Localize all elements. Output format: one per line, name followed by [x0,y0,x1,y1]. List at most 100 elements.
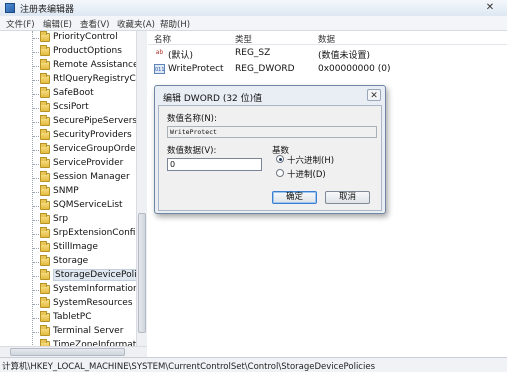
tree-item-srpextensionconfig[interactable]: SrpExtensionConfig [0,227,141,241]
folder-icon [40,115,50,126]
menu-favorites[interactable]: 收藏夹(A) [117,18,155,30]
tree-item-prioritycontrol[interactable]: PriorityControl [0,31,136,45]
value-row-writeprotect[interactable]: 011 WriteProtect REG_DWORD 0x00000000 (0… [148,62,507,76]
value-data: 0x00000000 (0) [318,64,391,74]
status-path: 计算机\HKEY_LOCAL_MACHINE\SYSTEM\CurrentCon… [2,362,375,372]
tree-item-label: StillImage [53,242,98,252]
folder-icon [40,255,50,266]
folder-icon [40,143,50,154]
tree-item-securepipeservers[interactable]: SecurePipeServers [0,115,137,129]
tree-item-label: StorageDevicePolicies [53,269,146,281]
menu-edit[interactable]: 编辑(E) [43,18,72,30]
regedit-window: 注册表编辑器 ✕ 文件(F) 编辑(E) 查看(V) 收藏夹(A) 帮助(H) … [0,0,507,372]
tree-scrollbar-thumb[interactable] [138,213,146,333]
tree-item-label: SrpExtensionConfig [53,228,142,238]
cancel-button[interactable]: 取消 [325,191,370,204]
tree-item-systeminformation[interactable]: SystemInformation [0,283,139,297]
values-list-header: 名称 类型 数据 [148,31,507,45]
folder-icon [40,171,50,182]
folder-icon [40,101,50,112]
menu-help[interactable]: 帮助(H) [160,18,190,30]
close-icon[interactable]: ✕ [477,1,503,14]
value-name: (默认) [168,51,194,61]
folder-icon [40,73,50,84]
column-header-data[interactable]: 数据 [318,33,335,45]
folder-icon [40,283,50,294]
tree-item-safeboot[interactable]: SafeBoot [0,87,136,101]
tree-item-serviceprovider[interactable]: ServiceProvider [0,157,136,171]
value-row-default[interactable]: ab (默认) REG_SZ (数值未设置) [148,46,507,61]
tree-item-label: SQMServiceList [53,200,123,210]
tree-item-label: ServiceProvider [53,158,124,168]
folder-icon [40,269,50,280]
folder-icon [40,157,50,168]
tree-item-label: SystemResources [53,298,133,308]
folder-icon [40,199,50,210]
folder-icon [40,87,50,98]
hex-radio[interactable] [276,155,284,163]
tree-item-securityproviders[interactable]: SecurityProviders [0,129,136,143]
tree-horizontal-scrollbar[interactable] [0,346,147,357]
tree-item-rtlqueryregistryconf[interactable]: RtlQueryRegistryConf [0,73,146,87]
tree-item-sqmservicelist[interactable]: SQMServiceList [0,199,136,213]
tree-item-label: Session Manager [53,172,130,182]
tree-item-label: ScsiPort [53,102,89,112]
tree-item-storage[interactable]: Storage [0,255,136,269]
tree-item-servicegrouporder[interactable]: ServiceGroupOrder [0,143,139,157]
folder-icon [40,45,50,56]
tree-item-label: SystemInformation [53,284,139,294]
value-name-field: WriteProtect [167,126,377,138]
column-header-type[interactable]: 类型 [235,33,252,45]
tree-item-label: Storage [53,256,89,266]
tree-hscroll-thumb[interactable] [10,348,125,356]
dialog-title: 编辑 DWORD (32 位)值 [163,94,263,104]
tree-item-remote-assistance[interactable]: Remote Assistance [0,59,139,73]
string-value-icon: ab [155,49,164,56]
regedit-app-icon [5,3,15,13]
tree-item-session-manager[interactable]: Session Manager [0,171,136,185]
folder-icon [40,227,50,238]
tree-item-label: SNMP [53,186,79,196]
tree-item-productoptions[interactable]: ProductOptions [0,45,136,59]
menu-view[interactable]: 查看(V) [80,18,109,30]
tree-item-label: Srp [53,214,69,224]
folder-icon [40,325,50,336]
tree-item-srp[interactable]: Srp [0,213,136,227]
tree-item-tabletpc[interactable]: TabletPC [0,311,136,325]
column-header-name[interactable]: 名称 [154,33,171,45]
tree-item-label: Remote Assistance [53,60,139,70]
tree-vertical-scrollbar[interactable] [136,31,147,357]
folder-icon [40,129,50,140]
tree-item-scsiport[interactable]: ScsiPort [0,101,136,115]
value-data: (数值未设置) [318,51,371,61]
hex-radio-label[interactable]: 十六进制(H) [287,154,334,166]
folder-icon [40,59,50,70]
binary-value-icon: 011 [154,64,165,74]
dialog-close-icon[interactable]: ✕ [367,89,381,101]
tree-item-stillimage[interactable]: StillImage [0,241,136,255]
menu-file[interactable]: 文件(F) [6,18,35,30]
status-bar: 计算机\HKEY_LOCAL_MACHINE\SYSTEM\CurrentCon… [0,357,507,372]
tree-item-snmp[interactable]: SNMP [0,185,136,199]
value-type: REG_DWORD [235,64,295,74]
decimal-radio[interactable] [276,169,284,177]
ok-button[interactable]: 确定 [272,191,317,204]
title-bar: 注册表编辑器 ✕ [0,0,507,16]
tree-item-label: Terminal Server [53,326,124,336]
value-name: WriteProtect [168,64,224,74]
menu-bar: 文件(F) 编辑(E) 查看(V) 收藏夹(A) 帮助(H) [0,16,507,31]
tree-item-systemresources[interactable]: SystemResources [0,297,136,311]
value-type: REG_SZ [235,48,271,58]
folder-icon [40,213,50,224]
key-tree[interactable]: PriorityControl ProductOptions Remote As… [0,31,147,357]
dialog-body: 数值名称(N): WriteProtect 数值数据(V): 0 基数 十六进制… [158,105,382,211]
decimal-radio-label[interactable]: 十进制(D) [287,168,326,180]
tree-item-storagedevicepolicies[interactable]: StorageDevicePolicies [0,269,146,283]
value-name-label: 数值名称(N): [167,114,217,124]
tree-item-label: TabletPC [53,312,92,322]
value-data-label: 数值数据(V): [167,146,217,156]
edit-dword-dialog: 编辑 DWORD (32 位)值 ✕ 数值名称(N): WriteProtect… [154,85,386,214]
tree-item-terminal-server[interactable]: Terminal Server [0,325,136,339]
value-data-input[interactable]: 0 [167,158,262,171]
tree-item-label: SecurityProviders [53,130,132,140]
